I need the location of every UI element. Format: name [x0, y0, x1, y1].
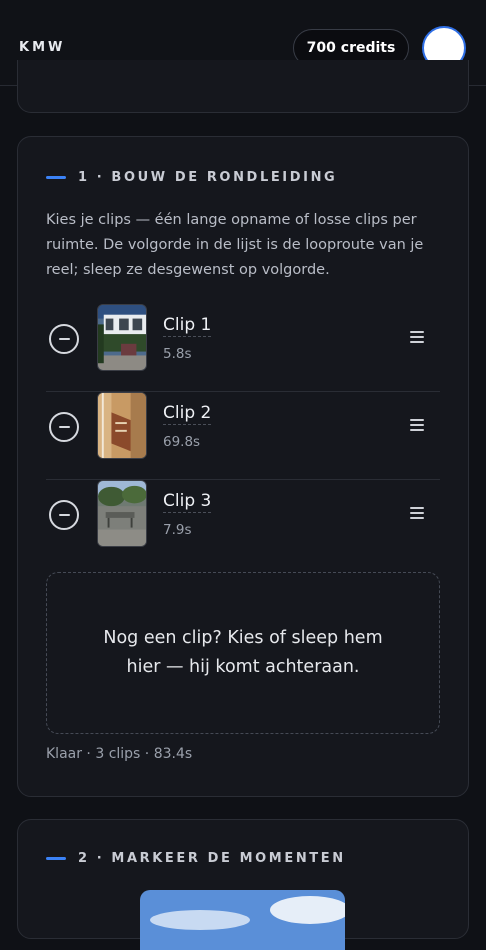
section-heading: 1 · BOUW DE RONDLEIDING: [46, 170, 337, 185]
clip-row[interactable]: Clip 2 69.8s: [46, 392, 440, 480]
section-title: 2 · MARKEER DE MOMENTEN: [78, 851, 346, 866]
remove-clip-button[interactable]: [49, 500, 79, 530]
dropzone-text: Nog een clip? Kies of sleep hem hier — h…: [103, 628, 383, 677]
clip-name[interactable]: Clip 3: [163, 491, 212, 513]
remove-clip-button[interactable]: [49, 412, 79, 442]
highlight-moments-card: 2 · MARKEER DE MOMENTEN: [17, 819, 469, 950]
drag-handle-icon[interactable]: [410, 331, 424, 345]
section-title: 1 · BOUW DE RONDLEIDING: [78, 170, 338, 185]
drag-handle-icon[interactable]: [410, 507, 424, 521]
clip-name[interactable]: Clip 2: [163, 403, 212, 425]
clip-thumbnail: [97, 304, 147, 371]
status-summary: Klaar · 3 clips · 83.4s: [46, 746, 193, 762]
accent-dash: [46, 176, 66, 179]
clip-thumbnail: [97, 480, 147, 547]
section-intro: Kies je clips — één lange opname of loss…: [46, 212, 424, 278]
clip-thumbnail: [97, 392, 147, 459]
remove-clip-button[interactable]: [49, 324, 79, 354]
section-heading: 2 · MARKEER DE MOMENTEN: [46, 851, 346, 866]
clip-row[interactable]: Clip 3 7.9s: [46, 480, 440, 568]
previous-card: [17, 60, 469, 113]
clip-dropzone[interactable]: Nog een clip? Kies of sleep hem hier — h…: [46, 572, 440, 734]
video-preview[interactable]: [140, 890, 345, 950]
brand-logo[interactable]: KMW: [19, 40, 65, 55]
drag-handle-icon[interactable]: [410, 419, 424, 433]
clip-row[interactable]: Clip 1 5.8s: [46, 304, 440, 392]
clip-duration: 69.8s: [163, 434, 201, 450]
tour-builder-card: 1 · BOUW DE RONDLEIDING Kies je clips — …: [17, 136, 469, 797]
clip-duration: 7.9s: [163, 522, 192, 538]
accent-dash: [46, 857, 66, 860]
clip-name[interactable]: Clip 1: [163, 315, 212, 337]
clip-duration: 5.8s: [163, 346, 192, 362]
